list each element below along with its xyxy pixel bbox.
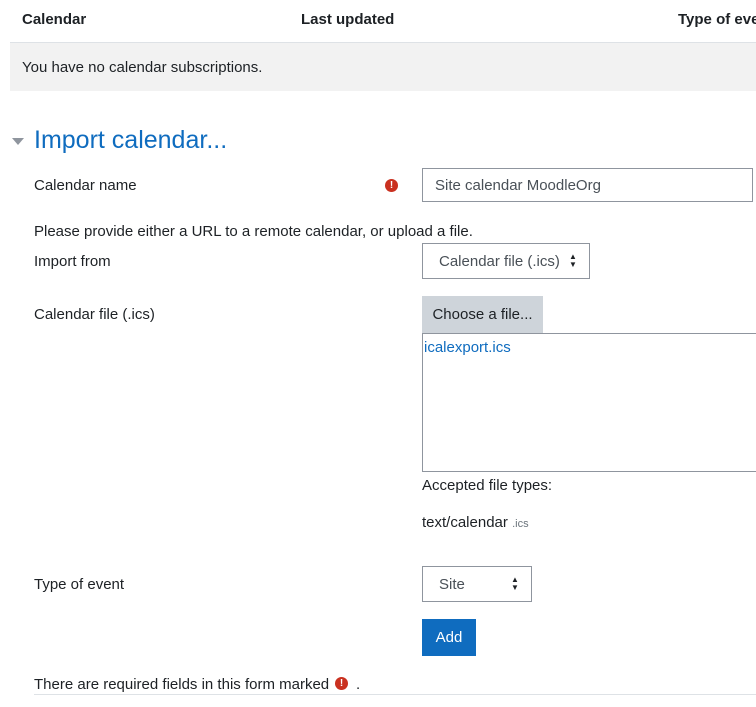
sort-updown-icon: ▲ ▼ [569, 252, 577, 269]
import-from-label: Import from [34, 253, 111, 270]
calendar-name-label: Calendar name [34, 177, 137, 194]
accepted-type-item: text/calendar .ics [422, 514, 529, 531]
accepted-ext: .ics [512, 518, 529, 530]
accepted-types-label: Accepted file types: [422, 477, 553, 494]
required-exclamation-icon: ! [385, 179, 398, 192]
help-text: Please provide either a URL to a remote … [34, 223, 473, 240]
footer-divider [34, 694, 756, 695]
column-header-calendar: Calendar [22, 11, 87, 28]
calendar-name-input[interactable] [422, 168, 753, 202]
add-button[interactable]: Add [422, 619, 476, 656]
accepted-mime: text/calendar [422, 514, 508, 531]
section-title-import-calendar[interactable]: Import calendar... [34, 126, 227, 155]
caret-down-icon[interactable] [12, 138, 24, 145]
table-row: You have no calendar subscriptions. [10, 43, 756, 91]
event-type-label: Type of event [34, 576, 125, 593]
event-type-selected: Site [439, 576, 465, 593]
empty-message: You have no calendar subscriptions. [22, 59, 263, 76]
uploaded-file-link[interactable]: icalexport.ics [424, 339, 511, 356]
column-header-type-of-event: Type of eve [678, 11, 756, 28]
required-exclamation-icon: ! [335, 677, 348, 690]
required-note-period: . [356, 676, 361, 693]
event-type-select[interactable]: Site ▲ ▼ [422, 566, 532, 602]
choose-file-button[interactable]: Choose a file... [422, 296, 543, 333]
import-from-selected: Calendar file (.ics) [439, 253, 560, 270]
sort-updown-icon: ▲ ▼ [511, 575, 519, 592]
import-from-select[interactable]: Calendar file (.ics) ▲ ▼ [422, 243, 590, 279]
required-note-text: There are required fields in this form m… [34, 676, 330, 693]
calendar-file-label: Calendar file (.ics) [34, 306, 155, 323]
required-note: There are required fields in this form m… [34, 676, 329, 693]
column-header-last-updated: Last updated [301, 11, 395, 28]
file-dropzone[interactable]: icalexport.ics [422, 333, 756, 472]
